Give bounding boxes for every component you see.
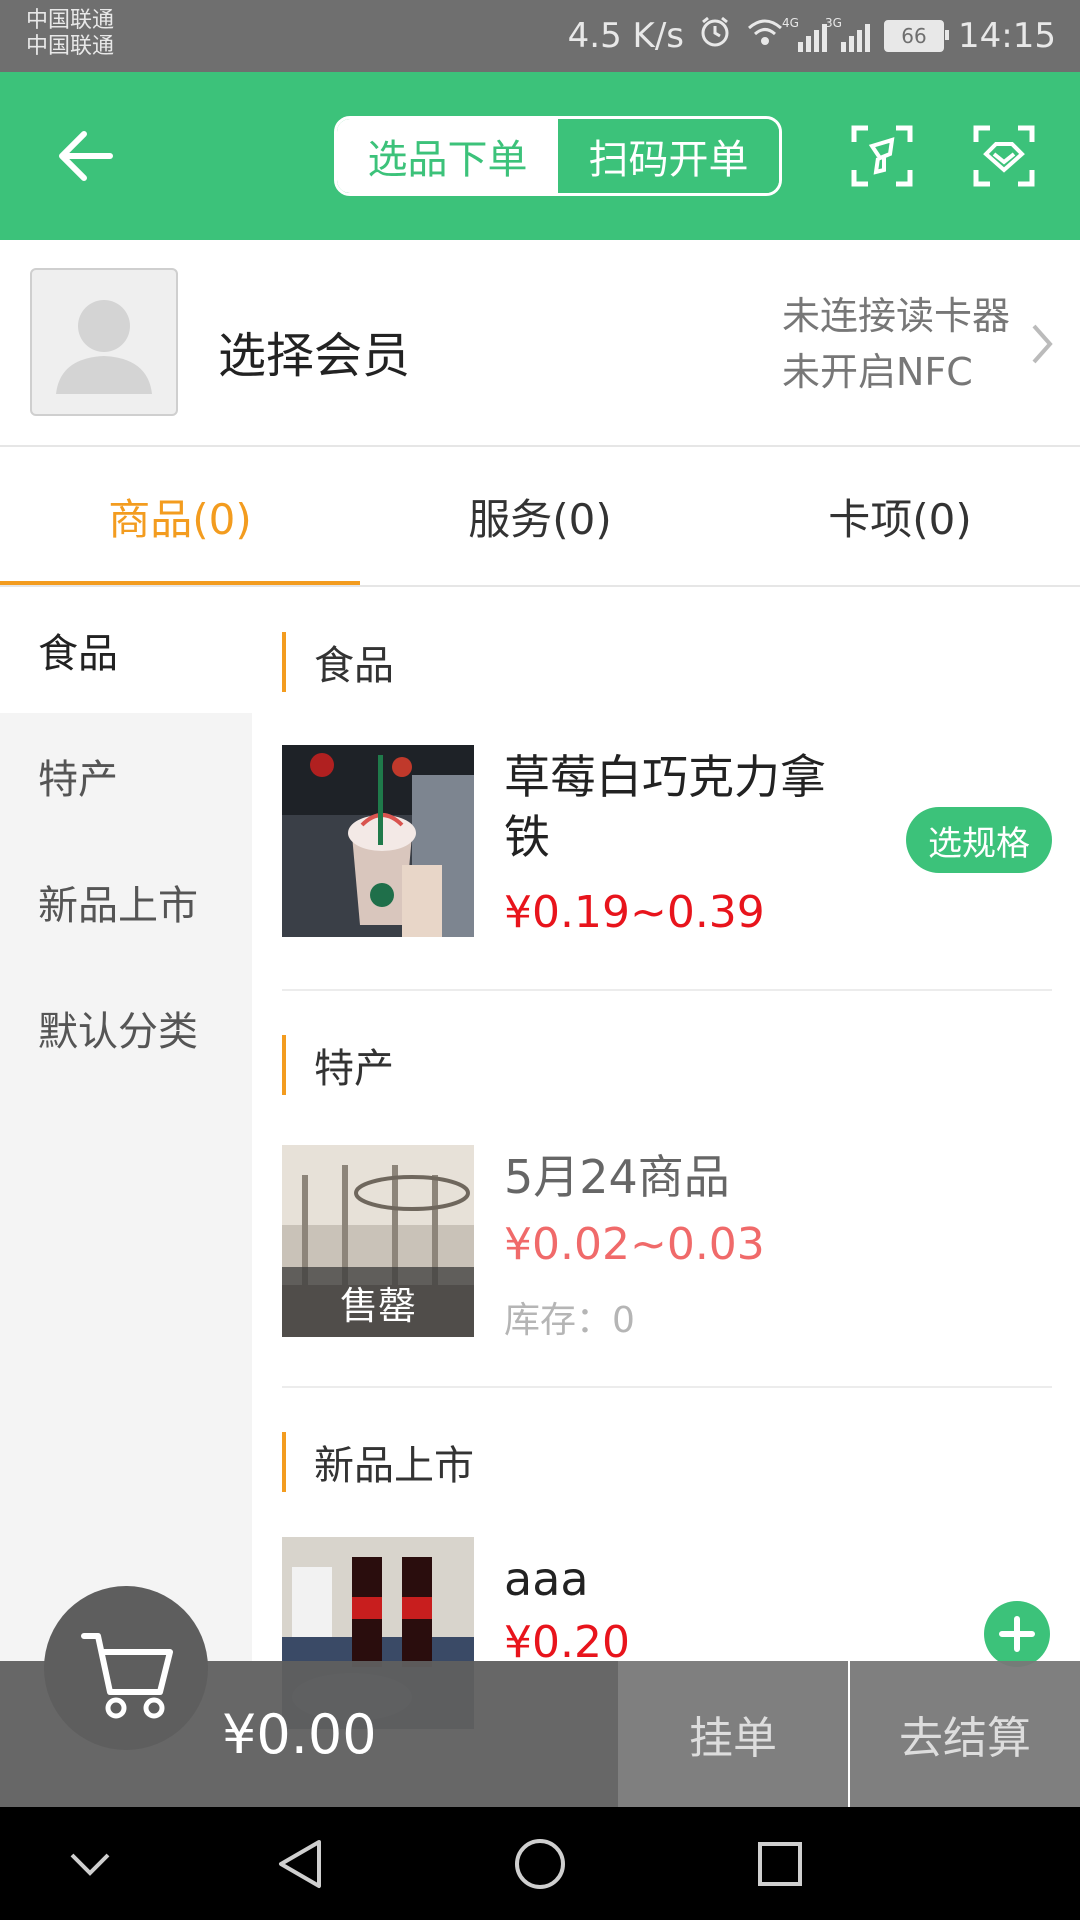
nav-home-icon[interactable] [480, 1807, 600, 1920]
avatar [30, 268, 178, 416]
alarm-icon [698, 15, 732, 58]
add-to-cart-button[interactable] [984, 1601, 1050, 1667]
face-scan-icon[interactable] [972, 124, 1036, 188]
checkout-button[interactable]: 去结算 [850, 1661, 1080, 1807]
nfc-status: 未开启NFC [781, 350, 973, 394]
section-header: 食品 [282, 632, 394, 692]
select-spec-button[interactable]: 选规格 [906, 807, 1052, 873]
sold-out-badge: 售罄 [282, 1267, 474, 1337]
order-mode-switch: 选品下单 扫码开单 [334, 116, 782, 196]
product-name: 草莓白巧克力拿 铁 [504, 750, 826, 864]
sidebar-item-new-arrivals[interactable]: 新品上市 [0, 839, 252, 965]
section-title: 新品上市 [314, 1443, 474, 1489]
section-accent-bar [282, 1432, 286, 1492]
clock: 14:15 [958, 16, 1056, 56]
system-nav-bar [0, 1807, 1080, 1920]
top-header: 选品下单 扫码开单 [0, 72, 1080, 240]
chevron-right-icon [1030, 322, 1054, 377]
product-image[interactable]: 售罄 [282, 1145, 474, 1337]
category-tabs: 商品(0) 服务(0) 卡项(0) [0, 447, 1080, 587]
section-title: 特产 [314, 1046, 394, 1092]
battery-level: 66 [901, 24, 927, 48]
divider [282, 989, 1052, 991]
net-type-label: 4G [782, 16, 799, 30]
select-member-label: 选择会员 [218, 328, 411, 384]
status-bar: 中国联通 中国联通 4.5 K/s 4G 3G 66 14:15 [0, 0, 1080, 72]
scan-code-icon[interactable] [850, 124, 914, 188]
tab-cards[interactable]: 卡项(0) [720, 447, 1080, 585]
signal-4g-icon: 4G [782, 16, 828, 52]
chevron-down-icon[interactable] [30, 1807, 150, 1920]
section-header: 新品上市 [282, 1432, 474, 1492]
carrier-label: 中国联通 [26, 34, 115, 59]
sidebar-item-default[interactable]: 默认分类 [0, 965, 252, 1091]
back-arrow-icon[interactable] [56, 128, 116, 184]
active-tab-indicator [0, 581, 360, 585]
tab-select-order[interactable]: 选品下单 [337, 119, 558, 193]
stock-label: 库存：0 [504, 1300, 635, 1341]
device-status: 未连接读卡器 未开启NFC [782, 288, 1010, 400]
cart-button[interactable] [44, 1586, 208, 1750]
product-list[interactable]: 食品 草莓白巧克力拿 铁 ¥0.19~0.39 选规格 特产 售罄 5月24商品… [252, 587, 1080, 1811]
wifi-icon [746, 16, 784, 57]
net-type-label: 3G [825, 16, 842, 30]
nav-recents-icon[interactable] [720, 1807, 840, 1920]
product-image[interactable] [282, 745, 474, 937]
divider [282, 1386, 1052, 1388]
carrier-label: 中国联通 [26, 8, 115, 33]
signal-3g-icon: 3G [825, 16, 871, 52]
hold-order-button[interactable]: 挂单 [618, 1661, 848, 1807]
product-name: aaa [504, 1552, 589, 1606]
cart-icon [81, 1633, 173, 1719]
status-indicators: 4.5 K/s 4G 3G 66 14:15 [568, 14, 1056, 58]
sidebar-item-specialty[interactable]: 特产 [0, 713, 252, 839]
sidebar-item-food[interactable]: 食品 [0, 587, 252, 713]
network-speed: 4.5 K/s [567, 16, 685, 56]
section-accent-bar [282, 632, 286, 692]
card-reader-status: 未连接读卡器 [781, 294, 1010, 338]
nav-back-icon[interactable] [240, 1807, 360, 1920]
section-accent-bar [282, 1035, 286, 1095]
tab-goods[interactable]: 商品(0) [0, 447, 360, 585]
product-price: ¥0.02~0.03 [504, 1219, 765, 1270]
member-selector[interactable]: 选择会员 未连接读卡器 未开启NFC [0, 240, 1080, 447]
tab-services[interactable]: 服务(0) [360, 447, 720, 585]
tab-scan-order[interactable]: 扫码开单 [558, 119, 779, 193]
product-price: ¥0.19~0.39 [504, 887, 765, 938]
section-title: 食品 [314, 643, 394, 689]
product-name: 5月24商品 [504, 1150, 730, 1204]
cart-total: ¥0.00 [222, 1703, 377, 1766]
battery-icon: 66 [884, 20, 950, 52]
section-header: 特产 [282, 1035, 394, 1095]
